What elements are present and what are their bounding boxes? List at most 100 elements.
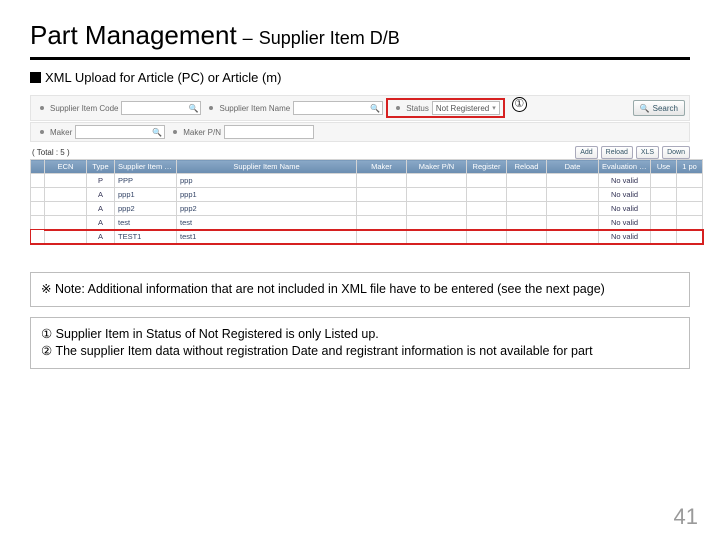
xls-button[interactable]: XLS bbox=[636, 146, 659, 159]
col-evd[interactable]: Evaluation valid Date bbox=[599, 160, 651, 174]
table-cell: PPP bbox=[115, 174, 177, 188]
table-row[interactable]: PPPPpppNo valid bbox=[31, 174, 703, 188]
page-number: 41 bbox=[674, 504, 698, 530]
table-cell: No valid bbox=[599, 216, 651, 230]
table-cell bbox=[31, 174, 45, 188]
grid-header-row: ECN Type Supplier Item Code Supplier Ite… bbox=[31, 160, 703, 174]
table-cell bbox=[547, 216, 599, 230]
table-cell: A bbox=[87, 188, 115, 202]
table-cell bbox=[467, 216, 507, 230]
label-supplier-item-name: Supplier Item Name bbox=[219, 104, 290, 113]
table-cell bbox=[677, 174, 703, 188]
bullet-icon bbox=[40, 106, 44, 110]
col-maker[interactable]: Maker bbox=[357, 160, 407, 174]
col-reload[interactable]: Reload bbox=[507, 160, 547, 174]
table-cell bbox=[45, 230, 87, 244]
table-cell bbox=[651, 174, 677, 188]
table-cell bbox=[45, 202, 87, 216]
col-makerpn[interactable]: Maker P/N bbox=[407, 160, 467, 174]
slide-title: Part Management – Supplier Item D/B bbox=[30, 20, 690, 60]
table-cell: ppp1 bbox=[177, 188, 357, 202]
col-use[interactable]: Use bbox=[651, 160, 677, 174]
table-cell: ppp bbox=[177, 174, 357, 188]
magnifier-icon: 🔍 bbox=[640, 104, 650, 113]
table-cell bbox=[677, 216, 703, 230]
total-count: ( Total : 5 ) bbox=[32, 148, 70, 157]
col-register[interactable]: Register bbox=[467, 160, 507, 174]
input-supplier-item-code[interactable]: 🔍 bbox=[121, 101, 201, 115]
add-button[interactable]: Add bbox=[575, 146, 597, 159]
table-cell: No valid bbox=[599, 230, 651, 244]
table-cell bbox=[677, 202, 703, 216]
table-cell bbox=[547, 202, 599, 216]
magnifier-icon[interactable]: 🔍 bbox=[152, 128, 162, 137]
table-cell bbox=[407, 216, 467, 230]
subhead-text: XML Upload for Article (PC) or Article (… bbox=[45, 70, 281, 85]
input-maker[interactable]: 🔍 bbox=[75, 125, 165, 139]
col-checkbox[interactable] bbox=[31, 160, 45, 174]
title-sub: Supplier Item D/B bbox=[259, 28, 400, 49]
table-cell bbox=[547, 230, 599, 244]
table-row[interactable]: ②ATEST1test1No valid bbox=[31, 230, 703, 244]
table-cell bbox=[357, 174, 407, 188]
reload-button[interactable]: Reload bbox=[601, 146, 633, 159]
table-cell bbox=[651, 230, 677, 244]
search-row-1: Supplier Item Code 🔍 Supplier Item Name … bbox=[30, 95, 690, 121]
table-cell bbox=[407, 230, 467, 244]
results-grid: ECN Type Supplier Item Code Supplier Ite… bbox=[30, 159, 703, 244]
table-cell: No valid bbox=[599, 174, 651, 188]
col-sin[interactable]: Supplier Item Name bbox=[177, 160, 357, 174]
col-date[interactable]: Date bbox=[547, 160, 599, 174]
table-cell bbox=[467, 202, 507, 216]
label-maker: Maker bbox=[50, 128, 72, 137]
bullet-icon bbox=[173, 130, 177, 134]
table-cell: ppp2 bbox=[177, 202, 357, 216]
note-text-1b: ② The supplier Item data without registr… bbox=[41, 343, 679, 360]
square-bullet-icon bbox=[30, 72, 41, 83]
bullet-icon bbox=[40, 130, 44, 134]
table-cell bbox=[45, 188, 87, 202]
select-status[interactable]: Not Registered ▾ bbox=[432, 101, 500, 115]
status-highlight: Status Not Registered ▾ bbox=[386, 98, 505, 118]
note-box-1: ※ Note: Additional information that are … bbox=[30, 272, 690, 307]
table-cell bbox=[31, 202, 45, 216]
table-cell bbox=[651, 216, 677, 230]
table-cell bbox=[407, 202, 467, 216]
col-sic[interactable]: Supplier Item Code bbox=[115, 160, 177, 174]
table-cell: test1 bbox=[177, 230, 357, 244]
table-cell bbox=[357, 202, 407, 216]
table-cell bbox=[507, 230, 547, 244]
table-cell bbox=[357, 216, 407, 230]
status-value: Not Registered bbox=[436, 104, 489, 113]
table-cell bbox=[507, 216, 547, 230]
table-cell bbox=[651, 202, 677, 216]
table-cell bbox=[467, 174, 507, 188]
label-maker-pn: Maker P/N bbox=[183, 128, 221, 137]
down-button[interactable]: Down bbox=[662, 146, 690, 159]
table-cell: No valid bbox=[599, 202, 651, 216]
table-cell bbox=[31, 216, 45, 230]
input-maker-pn[interactable] bbox=[224, 125, 314, 139]
bullet-icon bbox=[209, 106, 213, 110]
label-status: Status bbox=[406, 104, 429, 113]
input-supplier-item-name[interactable]: 🔍 bbox=[293, 101, 383, 115]
table-row[interactable]: Appp1ppp1No valid bbox=[31, 188, 703, 202]
table-cell bbox=[507, 174, 547, 188]
table-row[interactable]: AtesttestNo valid bbox=[31, 216, 703, 230]
table-cell: No valid bbox=[599, 188, 651, 202]
magnifier-icon[interactable]: 🔍 bbox=[370, 104, 380, 113]
magnifier-icon[interactable]: 🔍 bbox=[189, 104, 199, 113]
table-cell bbox=[467, 188, 507, 202]
col-npo[interactable]: 1 po bbox=[677, 160, 703, 174]
note-text-1a: ① Supplier Item in Status of Not Registe… bbox=[41, 326, 679, 343]
table-row[interactable]: Appp2ppp2No valid bbox=[31, 202, 703, 216]
table-cell: A bbox=[87, 216, 115, 230]
col-ecn[interactable]: ECN bbox=[45, 160, 87, 174]
table-cell bbox=[45, 174, 87, 188]
search-button-label: Search bbox=[653, 104, 678, 113]
search-row-2: Maker 🔍 Maker P/N bbox=[30, 122, 690, 142]
table-cell bbox=[407, 174, 467, 188]
title-main: Part Management bbox=[30, 20, 237, 51]
col-type[interactable]: Type bbox=[87, 160, 115, 174]
search-button[interactable]: 🔍 Search bbox=[633, 100, 685, 116]
